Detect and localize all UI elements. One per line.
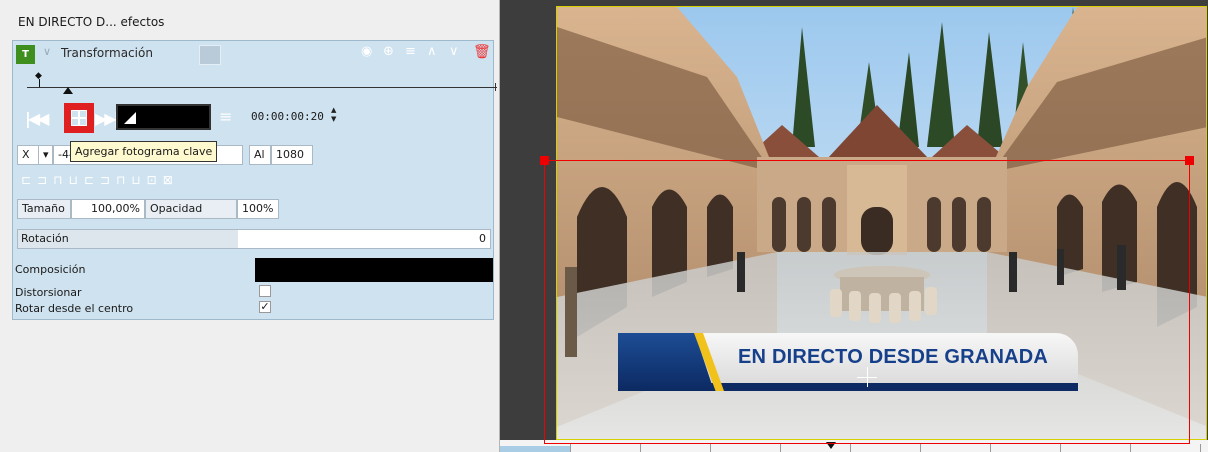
height-value-field[interactable]: 1080	[271, 145, 313, 165]
composition-label: Composición	[15, 263, 86, 276]
effect-name: Transformación	[61, 46, 153, 60]
ruler-tick	[710, 444, 711, 452]
effect-header[interactable]: T ∨ Transformación ◉ ⊕ ≡ ∧ ∨ 🗑	[13, 41, 493, 68]
ruler-tick	[570, 444, 571, 452]
rotate-center-label: Rotar desde el centro	[15, 302, 134, 315]
x-dropdown-icon[interactable]: ▾	[39, 145, 53, 165]
effect-type-badge: T	[16, 45, 35, 64]
timeline-playhead[interactable]	[63, 87, 73, 94]
resize-handle-top-right[interactable]	[1185, 156, 1194, 165]
keyframe-controls: |◀◀ ▶▶| ≡ 00:00:00:20 ▲ ▼	[13, 101, 493, 137]
center-crosshair-icon	[867, 367, 868, 387]
monitor-zone[interactable]	[500, 446, 570, 452]
ruler-tick	[920, 444, 921, 452]
ruler-tick	[640, 444, 641, 452]
size-row: Tamaño 100,00% Opacidad 100%	[17, 199, 279, 219]
timecode-spinner[interactable]: ▲ ▼	[331, 106, 336, 124]
move-up-icon[interactable]: ∧	[427, 44, 437, 59]
interpolation-icon	[124, 112, 136, 124]
distort-checkbox[interactable]	[259, 285, 271, 297]
ruler-tick	[1060, 444, 1061, 452]
effects-panel: EN DIRECTO D... efectos T ∨ Transformaci…	[0, 0, 500, 452]
ruler-tick	[1200, 444, 1201, 452]
keyframe-menu-icon[interactable]: ⊕	[383, 44, 394, 59]
transform-rect[interactable]	[540, 156, 1194, 444]
opacity-value-field[interactable]: 100%	[237, 199, 279, 219]
opacity-label: Opacidad	[145, 199, 237, 219]
rotation-slider[interactable]: Rotación 0	[17, 229, 491, 249]
rotate-center-checkbox[interactable]: ✓	[259, 301, 271, 313]
height-label: Al	[249, 145, 271, 165]
rotation-label: Rotación	[21, 232, 69, 245]
menu-icon[interactable]: ≡	[405, 44, 416, 59]
add-keyframe-button[interactable]	[64, 103, 94, 133]
distort-label: Distorsionar	[15, 286, 82, 299]
x-label: X	[17, 145, 39, 165]
size-label: Tamaño	[17, 199, 71, 219]
eye-icon[interactable]: ◉	[361, 44, 372, 59]
panel-title: EN DIRECTO D... efectos	[18, 15, 165, 29]
composition-select[interactable]	[255, 258, 493, 282]
previous-keyframe-icon[interactable]: |◀◀	[25, 109, 50, 128]
transform-effect: T ∨ Transformación ◉ ⊕ ≡ ∧ ∨ 🗑 ◆ |◀◀ ▶▶|…	[12, 40, 497, 320]
alignment-icons[interactable]: ⊏⊐⊓⊔⊏⊐⊓⊔⊡⊠	[21, 173, 179, 187]
keyframe-type-select[interactable]	[116, 104, 211, 130]
ruler-tick	[1130, 444, 1131, 452]
ruler-tick	[780, 444, 781, 452]
keyframe-line	[39, 79, 40, 87]
trash-icon[interactable]: 🗑	[473, 44, 491, 60]
lower-third-text: EN DIRECTO DESDE GRANADA	[738, 346, 1049, 368]
lower-third-title: EN DIRECTO DESDE GRANADA	[618, 333, 1078, 391]
timeline-end-mark	[495, 83, 496, 91]
effect-preset-button[interactable]	[199, 45, 221, 65]
resize-handle-top-left[interactable]	[540, 156, 549, 165]
collapse-chevron-icon[interactable]: ∨	[43, 45, 51, 58]
keyframe-timeline[interactable]	[27, 87, 497, 88]
keyframe-timecode[interactable]: 00:00:00:20	[251, 110, 324, 123]
size-value-field[interactable]: 100,00%	[71, 199, 145, 219]
ruler-tick	[990, 444, 991, 452]
ruler-tick	[850, 444, 851, 452]
rotation-value[interactable]: 0	[479, 232, 486, 245]
move-down-icon[interactable]: ∨	[449, 44, 459, 59]
keyframe-options-icon[interactable]: ≡	[219, 107, 232, 126]
add-keyframe-tooltip: Agregar fotograma clave	[70, 141, 218, 162]
add-keyframe-icon	[71, 110, 87, 126]
next-keyframe-icon[interactable]: ▶▶|	[95, 109, 120, 128]
